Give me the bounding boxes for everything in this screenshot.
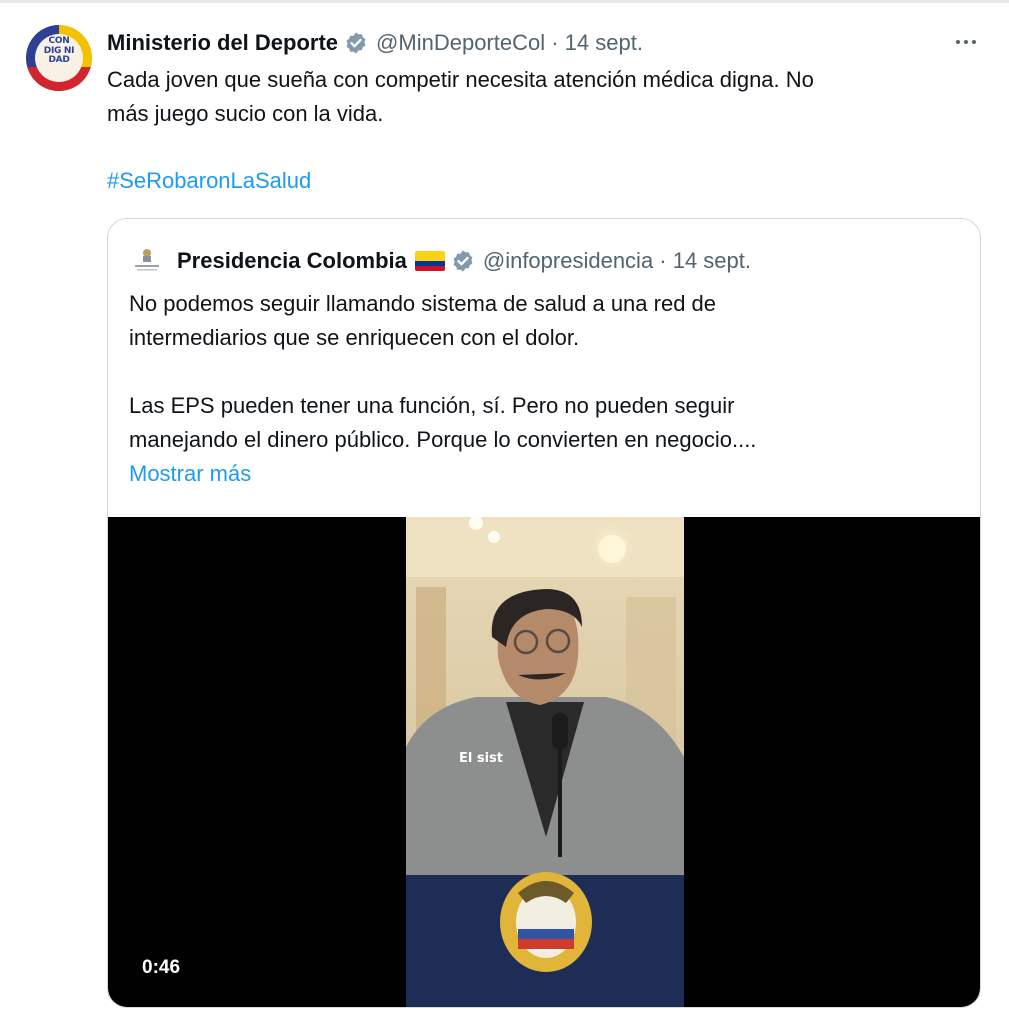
- quoted-tweet-card[interactable]: Presidencia Colombia @infopresidencia · …: [107, 218, 981, 1008]
- quoted-text: No podemos seguir llamando sistema de sa…: [129, 287, 969, 457]
- colombia-flag-icon: [414, 251, 445, 271]
- quoted-text-line: Las EPS pueden tener una función, sí. Pe…: [129, 393, 735, 418]
- hashtag-link[interactable]: #SeRobaronLaSalud: [107, 165, 311, 197]
- dot: [972, 40, 976, 44]
- quoted-header: Presidencia Colombia @infopresidencia · …: [177, 247, 751, 275]
- quoted-handle-date[interactable]: @infopresidencia · 14 sept.: [483, 248, 751, 274]
- quoted-text-line: No podemos seguir llamando sistema de sa…: [129, 291, 717, 316]
- more-dots-icon[interactable]: [950, 30, 982, 54]
- presidencia-avatar[interactable]: [129, 244, 165, 276]
- quoted-author-name[interactable]: Presidencia Colombia: [177, 248, 407, 274]
- top-divider: [0, 0, 1009, 3]
- dot: [956, 40, 960, 44]
- tweet-header: Ministerio del Deporte @MinDeporteCol · …: [107, 29, 643, 57]
- verified-badge-icon: [453, 250, 473, 272]
- tweet-text: Cada joven que sueña con competir necesi…: [107, 63, 967, 131]
- tweet-text-line: Cada joven que sueña con competir necesi…: [107, 67, 814, 92]
- show-more-link[interactable]: Mostrar más: [129, 457, 251, 491]
- avatar-logo-text: CON DIG NI DAD: [43, 36, 75, 65]
- quoted-text-line: intermediarios que se enriquecen con el …: [129, 325, 580, 350]
- author-handle-date[interactable]: @MinDeporteCol · 14 sept.: [376, 30, 643, 56]
- video-player[interactable]: El sist 0:46: [108, 517, 980, 1007]
- video-duration: 0:46: [142, 957, 181, 978]
- video-caption: El sist: [459, 751, 504, 766]
- quoted-text-line: manejando el dinero público. Porque lo c…: [129, 427, 757, 452]
- author-avatar[interactable]: CON DIG NI DAD: [26, 25, 92, 91]
- video-frame: El sist: [406, 517, 684, 1007]
- video-thumbnail: [406, 517, 684, 1007]
- verified-badge-icon: [346, 32, 366, 54]
- dot: [964, 40, 968, 44]
- author-name[interactable]: Ministerio del Deporte: [107, 30, 338, 56]
- tweet-text-line: más juego sucio con la vida.: [107, 101, 384, 126]
